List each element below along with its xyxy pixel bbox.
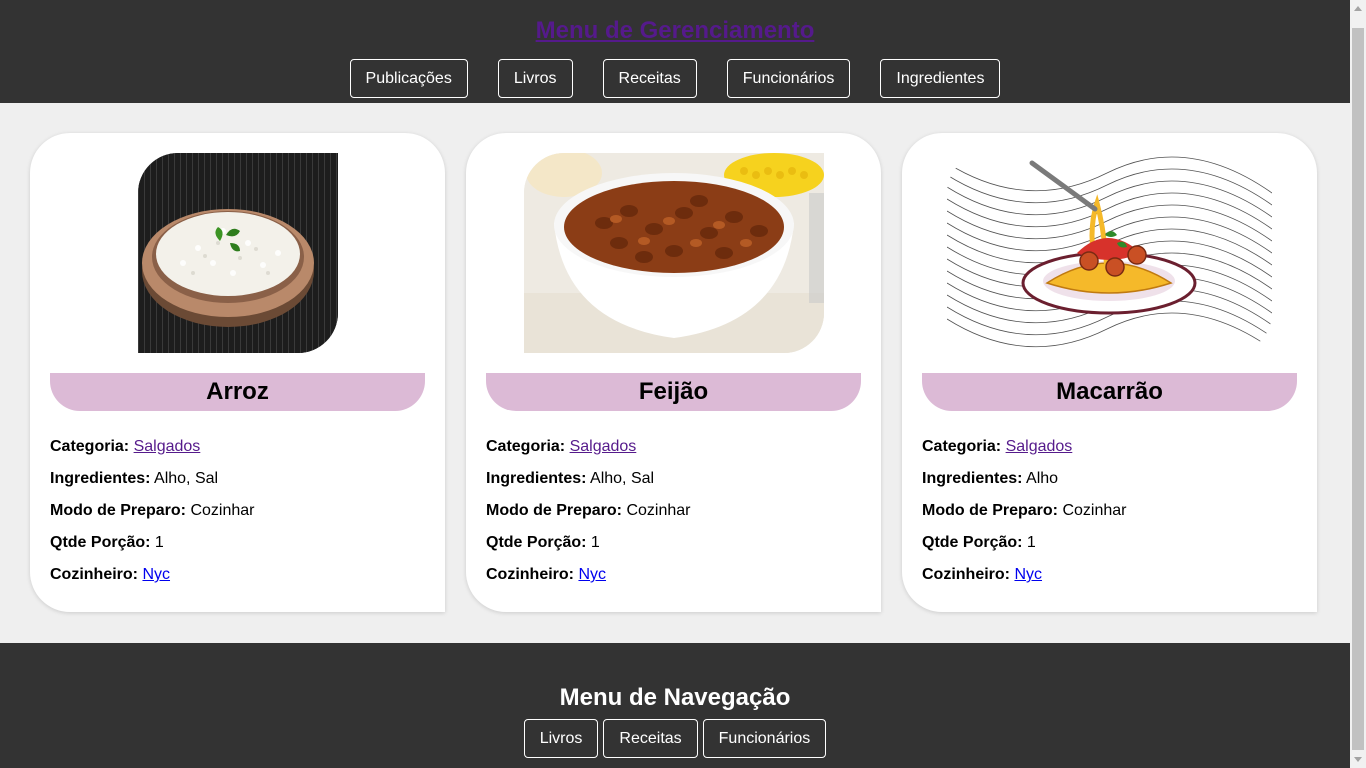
ingredientes-value: Alho, Sal [590, 470, 655, 487]
beans-bowl-image [523, 153, 824, 353]
field-label: Cozinheiro: [486, 566, 574, 583]
page: Menu de Gerenciamento Publicações Livros… [0, 0, 1350, 768]
field-label: Modo de Preparo: [486, 502, 623, 519]
field-modo-preparo: Modo de Preparo: Cozinhar [486, 495, 861, 527]
cozinheiro-link[interactable]: Nyc [1014, 566, 1042, 583]
footer-button-livros[interactable]: Livros [523, 719, 599, 758]
recipe-title: Arroz [50, 373, 425, 411]
recipe-card: Macarrão Categoria: Salgados Ingrediente… [902, 133, 1317, 612]
field-label: Ingredientes: [50, 470, 151, 487]
field-label: Cozinheiro: [922, 566, 1010, 583]
recipe-fields: Categoria: Salgados Ingredientes: Alho, … [50, 431, 425, 591]
recipe-image-wrap [50, 153, 425, 353]
ingredientes-value: Alho, Sal [154, 470, 219, 487]
field-qtde-porcao: Qtde Porção: 1 [922, 527, 1297, 559]
header: Menu de Gerenciamento Publicações Livros… [0, 0, 1350, 103]
modo-preparo-value: Cozinhar [190, 502, 255, 519]
field-categoria: Categoria: Salgados [486, 431, 861, 463]
recipe-fields: Categoria: Salgados Ingredientes: Alho M… [922, 431, 1297, 591]
recipe-image-wrap [486, 153, 861, 353]
field-label: Ingredientes: [922, 470, 1023, 487]
rice-bowl-image [137, 153, 338, 353]
field-label: Qtde Porção: [486, 534, 587, 551]
qtde-porcao-value: 1 [154, 534, 164, 551]
field-categoria: Categoria: Salgados [50, 431, 425, 463]
cozinheiro-link[interactable]: Nyc [578, 566, 606, 583]
field-cozinheiro: Cozinheiro: Nyc [922, 559, 1297, 591]
recipe-card: Feijão Categoria: Salgados Ingredientes:… [466, 133, 881, 612]
footer: Menu de Navegação Livros Receitas Funcio… [0, 643, 1350, 768]
field-label: Cozinheiro: [50, 566, 138, 583]
nav-button-publicacoes[interactable]: Publicações [349, 59, 468, 98]
recipe-fields: Categoria: Salgados Ingredientes: Alho, … [486, 431, 861, 591]
field-categoria: Categoria: Salgados [922, 431, 1297, 463]
recipe-card: Arroz Categoria: Salgados Ingredientes: … [30, 133, 445, 612]
vertical-scrollbar[interactable] [1350, 0, 1366, 768]
field-label: Categoria: [486, 438, 566, 455]
footer-button-receitas[interactable]: Receitas [603, 719, 698, 758]
footer-nav: Livros Receitas Funcionários [0, 719, 1350, 758]
field-label: Categoria: [50, 438, 130, 455]
nav-button-ingredientes[interactable]: Ingredientes [880, 59, 1001, 98]
scroll-up-arrow-icon[interactable] [1350, 0, 1366, 17]
field-label: Qtde Porção: [50, 534, 151, 551]
field-label: Qtde Porção: [922, 534, 1023, 551]
field-label: Modo de Preparo: [922, 502, 1059, 519]
categoria-link[interactable]: Salgados [134, 438, 201, 455]
ingredientes-value: Alho [1026, 470, 1059, 487]
field-qtde-porcao: Qtde Porção: 1 [50, 527, 425, 559]
nav-button-funcionarios[interactable]: Funcionários [726, 59, 851, 98]
field-ingredientes: Ingredientes: Alho, Sal [486, 463, 861, 495]
footer-title: Menu de Navegação [559, 684, 791, 711]
field-modo-preparo: Modo de Preparo: Cozinhar [50, 495, 425, 527]
recipe-image-wrap [922, 153, 1297, 353]
field-qtde-porcao: Qtde Porção: 1 [486, 527, 861, 559]
categoria-link[interactable]: Salgados [570, 438, 637, 455]
field-label: Modo de Preparo: [50, 502, 187, 519]
recipe-cards: Arroz Categoria: Salgados Ingredientes: … [30, 133, 1317, 612]
field-cozinheiro: Cozinheiro: Nyc [486, 559, 861, 591]
field-label: Categoria: [922, 438, 1002, 455]
top-nav: Publicações Livros Receitas Funcionários… [0, 59, 1350, 98]
field-cozinheiro: Cozinheiro: Nyc [50, 559, 425, 591]
qtde-porcao-value: 1 [1026, 534, 1036, 551]
scroll-down-arrow-icon[interactable] [1350, 751, 1366, 768]
modo-preparo-value: Cozinhar [626, 502, 691, 519]
categoria-link[interactable]: Salgados [1006, 438, 1073, 455]
footer-button-funcionarios[interactable]: Funcionários [702, 719, 827, 758]
scrollbar-thumb[interactable] [1352, 28, 1364, 750]
header-title-link[interactable]: Menu de Gerenciamento [0, 17, 1350, 45]
qtde-porcao-value: 1 [590, 534, 600, 551]
nav-button-livros[interactable]: Livros [497, 59, 573, 98]
field-ingredientes: Ingredientes: Alho [922, 463, 1297, 495]
modo-preparo-value: Cozinhar [1062, 502, 1127, 519]
field-ingredientes: Ingredientes: Alho, Sal [50, 463, 425, 495]
nav-button-receitas[interactable]: Receitas [602, 59, 697, 98]
recipe-title: Macarrão [922, 373, 1297, 411]
field-label: Ingredientes: [486, 470, 587, 487]
field-modo-preparo: Modo de Preparo: Cozinhar [922, 495, 1297, 527]
recipe-title: Feijão [486, 373, 861, 411]
spaghetti-image [947, 153, 1272, 353]
cozinheiro-link[interactable]: Nyc [142, 566, 170, 583]
